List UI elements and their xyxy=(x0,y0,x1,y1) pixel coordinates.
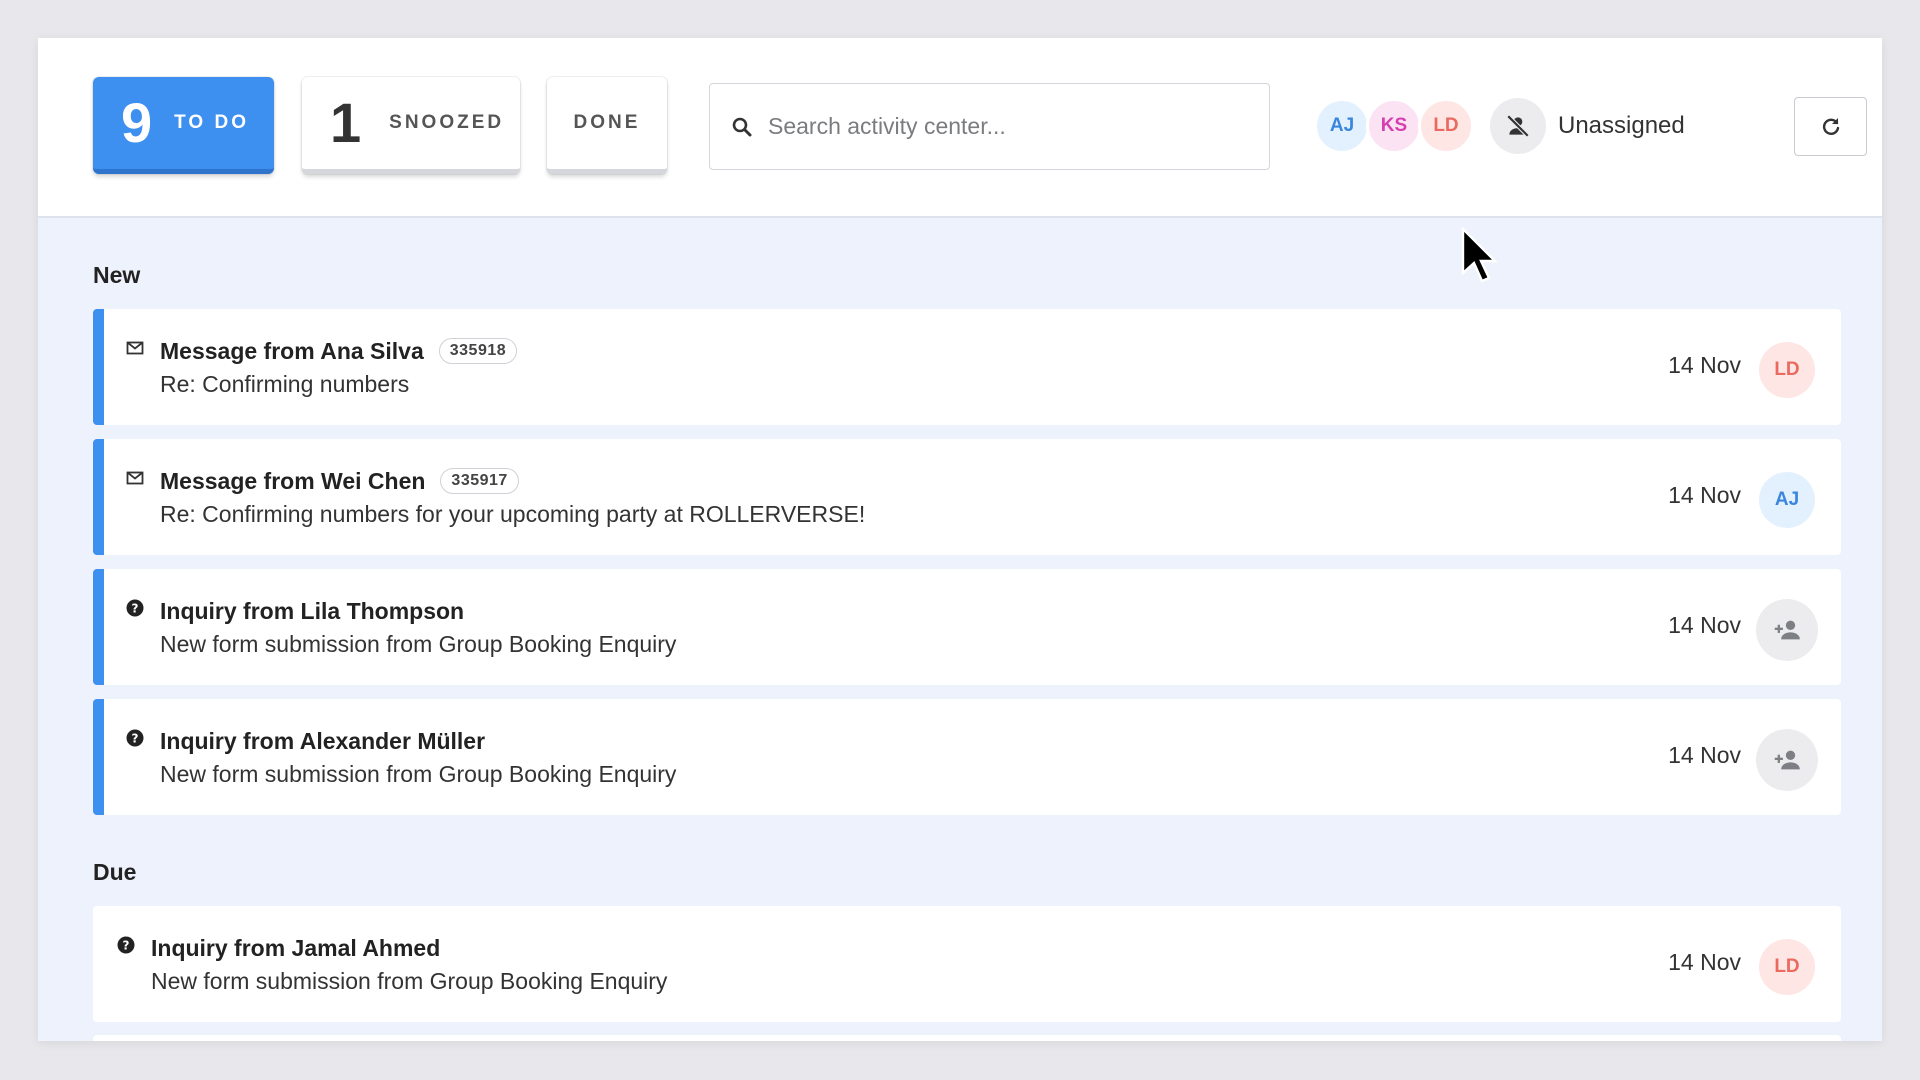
item-subtitle: New form submission from Group Booking E… xyxy=(151,968,668,994)
todo-count: 9 xyxy=(121,91,153,154)
assignee[interactable]: AJ xyxy=(1756,469,1818,531)
item-subtitle: New form submission from Group Booking E… xyxy=(160,761,677,787)
item-text: Inquiry from Lila Thompson New form subm… xyxy=(160,596,676,658)
item-text: Inquiry from Alexander Müller New form s… xyxy=(160,726,676,788)
list-item[interactable]: Message from Ana Silva 335918 Re: Confir… xyxy=(93,309,1841,425)
assignee[interactable] xyxy=(1756,729,1818,791)
item-title: Message from Ana Silva xyxy=(160,337,424,364)
section-heading-new: New xyxy=(93,262,141,288)
activity-center-window: 9 TO DO 1 SNOOZED DONE AJ KS LD xyxy=(38,38,1882,1041)
add-person-icon xyxy=(1774,620,1800,640)
item-title: Message from Wei Chen xyxy=(160,467,426,494)
assignee-avatar: LD xyxy=(1759,939,1815,995)
mail-icon xyxy=(126,471,144,485)
section-heading-due: Due xyxy=(93,859,137,885)
tab-snoozed[interactable]: 1 SNOOZED xyxy=(302,77,520,174)
refresh-button[interactable] xyxy=(1794,97,1867,156)
item-subtitle: New form submission from Group Booking E… xyxy=(160,631,677,657)
item-date: 14 Nov xyxy=(1668,352,1741,378)
item-date: 14 Nov xyxy=(1668,742,1741,768)
item-text: Inquiry from Jamal Ahmed New form submis… xyxy=(151,933,667,995)
item-date: 14 Nov xyxy=(1668,612,1741,638)
list-item-partial[interactable] xyxy=(93,1035,1841,1041)
question-icon: ? xyxy=(117,936,135,954)
refresh-icon xyxy=(1822,117,1839,135)
assignee[interactable] xyxy=(1756,599,1818,661)
assign-button[interactable] xyxy=(1756,599,1818,661)
unassigned-label[interactable]: Unassigned xyxy=(1558,112,1685,140)
list-item[interactable]: ? Inquiry from Alexander Müller New form… xyxy=(93,699,1841,815)
add-person-icon xyxy=(1774,750,1800,770)
snoozed-label: SNOOZED xyxy=(389,112,505,133)
item-date: 14 Nov xyxy=(1668,949,1741,975)
assignee-avatar: AJ xyxy=(1759,472,1815,528)
svg-text:?: ? xyxy=(132,602,139,616)
assignee-avatar: LD xyxy=(1759,342,1815,398)
mail-icon xyxy=(126,341,144,355)
item-date: 14 Nov xyxy=(1668,482,1741,508)
reference-badge: 335918 xyxy=(438,338,518,364)
svg-text:?: ? xyxy=(123,939,130,953)
tab-todo[interactable]: 9 TO DO xyxy=(93,77,274,174)
question-icon: ? xyxy=(126,599,144,617)
tab-done[interactable]: DONE xyxy=(547,77,667,174)
unassigned-filter-button[interactable] xyxy=(1490,98,1546,154)
item-title: Inquiry from Lila Thompson xyxy=(160,597,465,624)
list-item[interactable]: ? Inquiry from Lila Thompson New form su… xyxy=(93,569,1841,685)
snoozed-count: 1 xyxy=(330,91,362,154)
item-subtitle: Re: Confirming numbers for your upcoming… xyxy=(160,501,866,527)
filter-avatar-ld[interactable]: LD xyxy=(1418,98,1474,154)
question-icon: ? xyxy=(126,729,144,747)
svg-text:?: ? xyxy=(132,732,139,746)
filter-avatar-aj[interactable]: AJ xyxy=(1314,98,1370,154)
mouse-pointer-icon xyxy=(1461,227,1498,283)
reference-badge: 335917 xyxy=(440,468,519,494)
assignee[interactable]: LD xyxy=(1756,936,1818,998)
list-item[interactable]: ? Inquiry from Jamal Ahmed New form subm… xyxy=(93,906,1841,1022)
done-label: DONE xyxy=(573,112,641,133)
search-input[interactable] xyxy=(768,113,1238,140)
person-off-icon xyxy=(1506,114,1530,138)
assignee-filters: AJ KS LD Unassigned xyxy=(1314,98,1685,154)
search-box xyxy=(709,83,1270,170)
top-toolbar: 9 TO DO 1 SNOOZED DONE AJ KS LD xyxy=(38,38,1882,218)
item-subtitle: Re: Confirming numbers xyxy=(160,371,410,397)
item-title: Inquiry from Jamal Ahmed xyxy=(151,934,441,961)
assignee[interactable]: LD xyxy=(1756,339,1818,401)
filter-avatar-ks[interactable]: KS xyxy=(1366,98,1422,154)
assign-button[interactable] xyxy=(1756,729,1818,791)
search-icon xyxy=(732,117,752,136)
item-text: Message from Wei Chen 335917 Re: Confirm… xyxy=(160,466,865,528)
item-text: Message from Ana Silva 335918 Re: Confir… xyxy=(160,336,518,398)
list-item[interactable]: Message from Wei Chen 335917 Re: Confirm… xyxy=(93,439,1841,555)
todo-label: TO DO xyxy=(174,112,249,133)
item-title: Inquiry from Alexander Müller xyxy=(160,727,486,754)
